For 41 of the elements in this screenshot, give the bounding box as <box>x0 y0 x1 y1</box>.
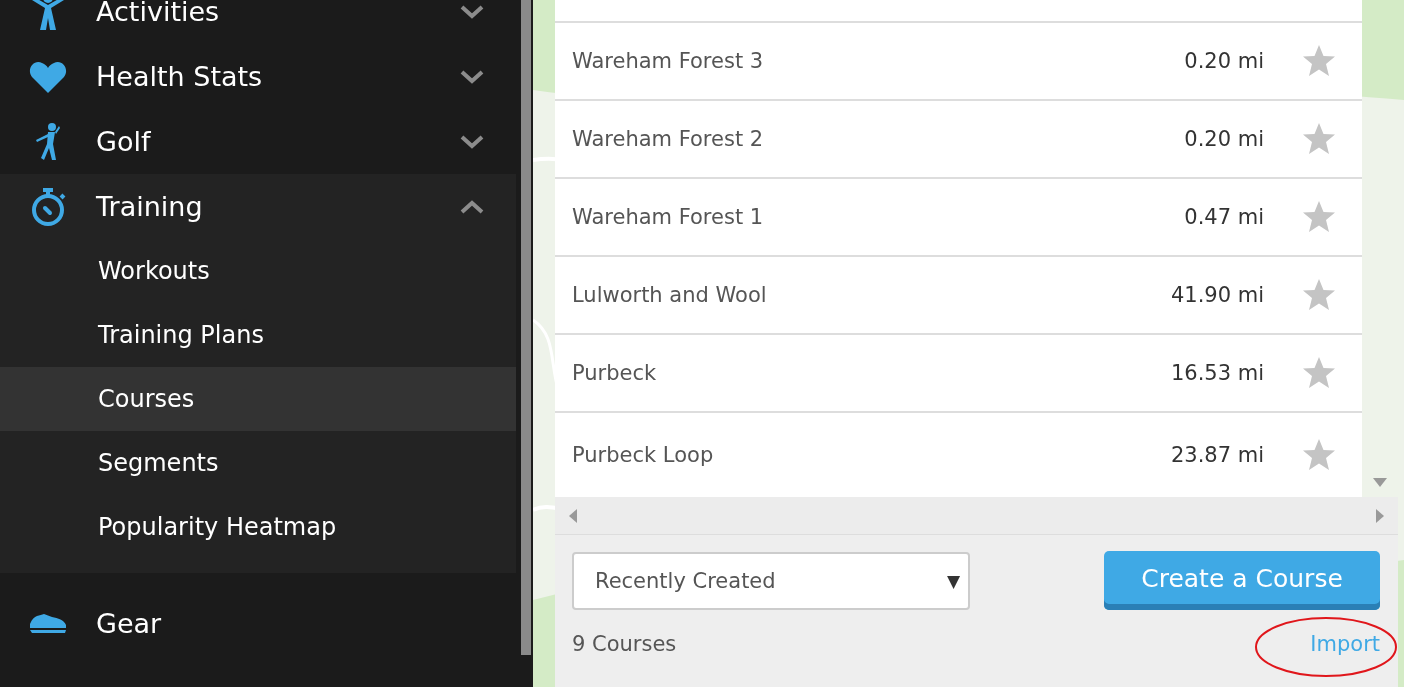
course-distance: 0.47 mi <box>1184 205 1264 229</box>
course-row[interactable]: Wareham Forest 2 0.20 mi <box>555 101 1362 179</box>
course-distance: 0.20 mi <box>1184 49 1264 73</box>
course-name: Wareham Forest 2 <box>572 127 765 151</box>
course-row[interactable]: Purbeck 16.53 mi <box>555 335 1362 413</box>
course-name: Purbeck Loop <box>572 443 715 467</box>
sidebar-subitem[interactable]: Popularity Heatmap <box>0 495 516 559</box>
scroll-right-icon <box>1376 508 1384 523</box>
course-name: Lulworth and Wool <box>572 283 768 307</box>
star-icon[interactable] <box>1302 356 1336 390</box>
course-name: Wareham Forest 1 <box>572 205 765 229</box>
sidebar-subitem[interactable]: Courses <box>0 367 516 431</box>
course-row[interactable]: Lulworth and Wool 41.90 mi <box>555 257 1362 335</box>
course-row[interactable]: Wareham Forest 3 0.20 mi <box>555 23 1362 101</box>
star-icon[interactable] <box>1302 278 1336 312</box>
star-icon[interactable] <box>1302 122 1336 156</box>
course-distance: 0.20 mi <box>1184 127 1264 151</box>
sidebar-subitem[interactable]: Segments <box>0 431 516 495</box>
scrollbar-thumb[interactable] <box>520 0 531 655</box>
sidebar-item[interactable]: Gear <box>96 608 516 639</box>
star-icon[interactable] <box>1302 44 1336 78</box>
sidebar-item[interactable]: Training <box>96 191 460 222</box>
sidebar-item[interactable]: Activities <box>96 0 460 27</box>
course-row[interactable]: Wareham Forest 1 0.47 mi <box>555 179 1362 257</box>
course-distance: 41.90 mi <box>1170 283 1264 307</box>
star-icon[interactable] <box>1302 438 1336 472</box>
scroll-down-icon <box>1373 478 1387 487</box>
sidebar-item[interactable]: Health Stats <box>96 61 460 92</box>
course-name: Wareham Forest 3 <box>572 49 765 73</box>
course-row[interactable]: Purbeck Loop 23.87 mi <box>555 413 1362 497</box>
sidebar-subitem[interactable]: Workouts <box>0 239 516 303</box>
sidebar-item[interactable]: Golf <box>96 126 460 157</box>
star-icon[interactable] <box>1302 200 1336 234</box>
course-count: 9 Courses <box>572 632 677 656</box>
scroll-left-icon <box>569 508 577 523</box>
course-name: Purbeck <box>572 361 658 385</box>
course-distance: 23.87 mi <box>1170 443 1264 467</box>
shoe-icon <box>28 613 68 634</box>
sidebar-subitem[interactable]: Training Plans <box>0 303 516 367</box>
sort-dropdown[interactable]: Recently Created ▼ <box>572 551 970 610</box>
course-distance: 16.53 mi <box>1170 361 1264 385</box>
